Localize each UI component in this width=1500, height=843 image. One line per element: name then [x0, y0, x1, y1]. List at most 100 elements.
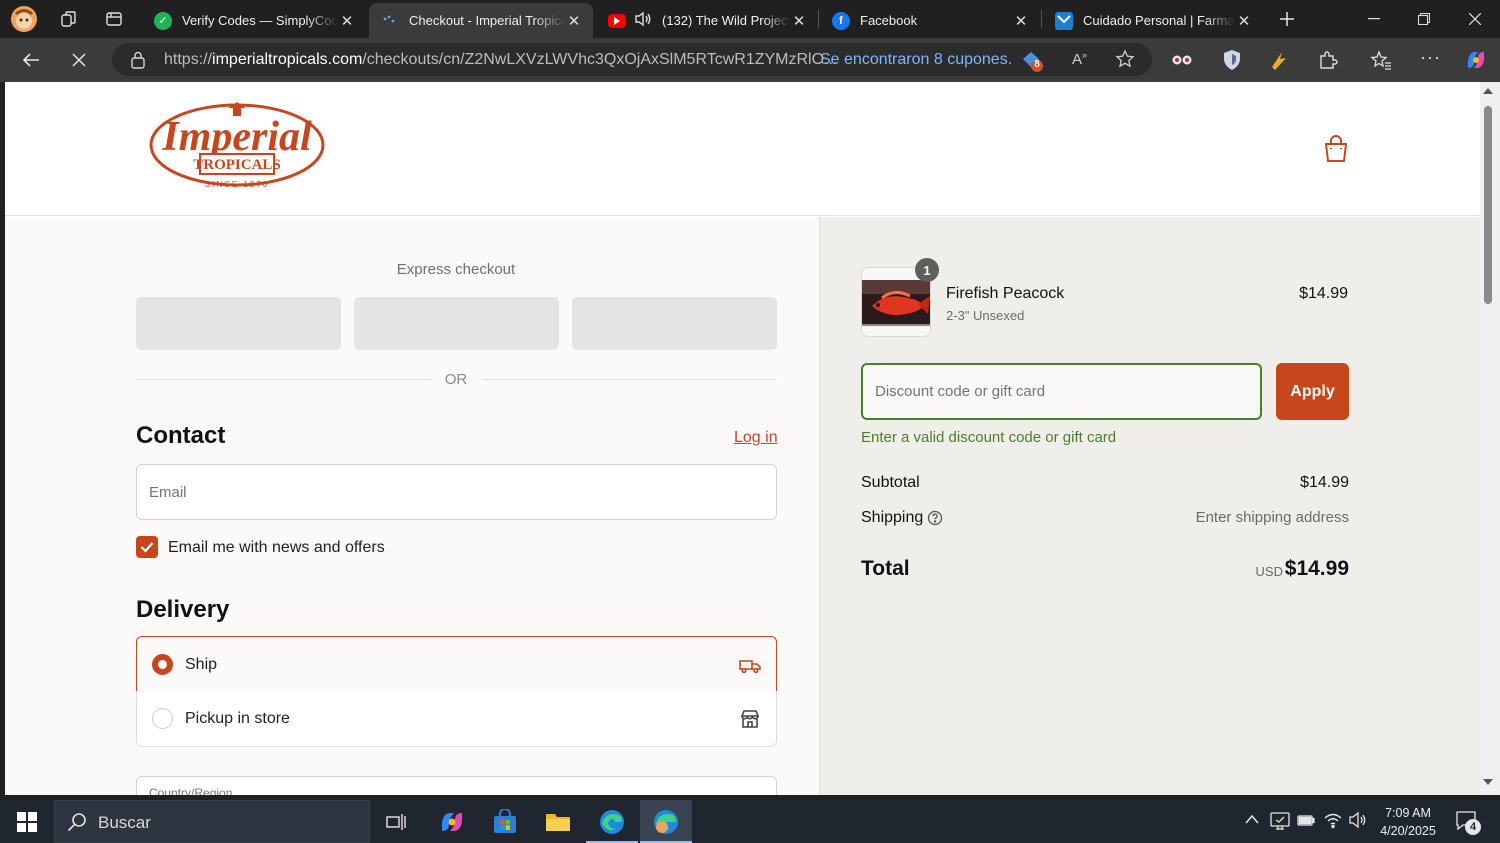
product-name: Firefish Peacock [946, 285, 1065, 302]
express-pay-button-2[interactable] [354, 297, 559, 350]
farmatodo-icon [1055, 11, 1073, 30]
address-bar[interactable]: https://imperialtropicals.com/checkouts/… [112, 43, 1152, 76]
shipping-value: Enter shipping address [1195, 509, 1349, 526]
simplycodes-icon: ✓ [154, 11, 172, 30]
coupon-extension-icon[interactable]: 8 [1019, 49, 1045, 78]
express-pay-button-1[interactable] [136, 297, 341, 350]
url-text[interactable]: https://imperialtropicals.com/checkouts/… [164, 51, 837, 69]
total-currency: USD [1255, 564, 1283, 579]
clock-date: 4/20/2025 [1380, 824, 1436, 838]
tab-facebook[interactable]: f Facebook ✕ [820, 3, 1040, 38]
clock-time: 7:09 AM [1385, 806, 1431, 820]
truck-icon [738, 653, 762, 677]
wifi-icon[interactable] [1323, 810, 1343, 833]
country-region-label: Country/Region [149, 786, 233, 795]
copilot-icon[interactable] [1464, 48, 1488, 77]
contact-heading: Contact [136, 422, 226, 449]
apply-button[interactable]: Apply [1276, 363, 1349, 420]
minimize-button[interactable] [1349, 0, 1399, 38]
file-explorer-icon[interactable] [532, 800, 584, 843]
tab-title: Checkout - Imperial Tropicals [409, 13, 565, 28]
notifications-icon[interactable]: 4 [1454, 808, 1481, 837]
browser-tab-strip: ✓ Verify Codes — SimplyCodes ✕ Checkout … [0, 0, 1500, 38]
login-link[interactable]: Log in [734, 429, 778, 447]
delivery-option-ship[interactable]: Ship [136, 636, 777, 692]
close-tab-icon[interactable]: ✕ [1235, 12, 1253, 30]
tab-simplycodes[interactable]: ✓ Verify Codes — SimplyCodes ✕ [142, 3, 366, 38]
close-tab-icon[interactable]: ✕ [565, 12, 583, 30]
favorite-star-icon[interactable] [1115, 49, 1135, 74]
read-aloud-icon[interactable]: A» [1072, 50, 1087, 68]
subtotal-label: Subtotal [861, 474, 920, 491]
youtube-icon [608, 13, 626, 28]
tab-title: Cuidado Personal | Farmatodo [1083, 13, 1235, 28]
stop-loading-button[interactable] [63, 44, 95, 76]
site-info-lock-icon[interactable] [130, 51, 146, 74]
lightning-extension-icon[interactable] [1268, 49, 1290, 76]
pickup-label: Pickup in store [185, 710, 290, 727]
extension-glasses-icon[interactable] [1171, 52, 1193, 71]
total-value: $14.99 [1284, 557, 1349, 580]
delivery-option-pickup[interactable]: Pickup in store [136, 691, 777, 747]
newsletter-label[interactable]: Email me with news and offers [168, 539, 385, 557]
tab-youtube[interactable]: (132) The Wild Project ✕ [596, 3, 818, 38]
logo-since: SINCE 1970 [205, 180, 269, 189]
edge-profile-taskbar-icon[interactable] [640, 800, 692, 843]
start-button[interactable] [0, 800, 54, 843]
audio-playing-icon[interactable] [634, 11, 652, 30]
order-summary: 1 Firefish Peacock 2-3" Unsexed $14.99 A… [819, 217, 1480, 795]
or-divider-label: OR [444, 371, 468, 388]
discount-field[interactable] [861, 363, 1262, 420]
imperial-tropicals-logo[interactable]: Imperial TROPICALS SINCE 1970 [148, 102, 326, 199]
express-pay-button-3[interactable] [572, 297, 777, 350]
profile-avatar[interactable] [9, 4, 39, 34]
tab-title: Facebook [860, 13, 918, 28]
close-tab-icon[interactable]: ✕ [790, 12, 808, 30]
divider [482, 379, 777, 380]
discount-input[interactable] [875, 383, 1245, 400]
close-tab-icon[interactable]: ✕ [338, 12, 356, 30]
back-button[interactable] [15, 44, 47, 76]
favorites-icon[interactable] [1370, 49, 1392, 76]
taskbar-clock[interactable]: 7:09 AM 4/20/2025 [1372, 804, 1444, 840]
tab-checkout[interactable]: Checkout - Imperial Tropicals ✕ [369, 3, 593, 38]
volume-icon[interactable] [1348, 810, 1368, 833]
store-header: Imperial TROPICALS SINCE 1970 [5, 82, 1480, 216]
copilot-app-icon[interactable] [426, 800, 478, 843]
notification-count-badge: 4 [1465, 819, 1481, 835]
ship-radio[interactable] [152, 654, 173, 675]
scrollbar-thumb[interactable] [1484, 106, 1492, 304]
close-window-button[interactable] [1450, 0, 1500, 38]
scroll-up-arrow-icon[interactable] [1483, 88, 1493, 94]
pickup-radio[interactable] [152, 708, 173, 729]
meet-now-icon[interactable] [1270, 810, 1290, 833]
help-circle-icon[interactable] [927, 510, 943, 531]
taskbar-search[interactable]: Buscar [54, 800, 370, 843]
microsoft-store-icon[interactable] [479, 800, 531, 843]
show-hidden-icons-chevron-icon[interactable] [1244, 812, 1260, 828]
scroll-down-arrow-icon[interactable] [1483, 779, 1493, 785]
email-field[interactable]: Email [136, 464, 777, 520]
newsletter-checkbox[interactable] [136, 536, 158, 558]
new-tab-button[interactable] [1272, 4, 1302, 34]
total-label: Total [861, 557, 910, 580]
workspaces-icon[interactable] [54, 4, 84, 34]
extensions-puzzle-icon[interactable] [1317, 49, 1339, 76]
task-view-icon[interactable] [370, 800, 422, 843]
tab-farmatodo[interactable]: Cuidado Personal | Farmatodo ✕ [1043, 3, 1263, 38]
coupons-found-notice[interactable]: Se encontraron 8 cupones. [820, 51, 1012, 69]
cart-bag-icon[interactable] [1323, 134, 1349, 164]
page-scrollbar[interactable] [1480, 82, 1500, 795]
settings-more-icon[interactable]: ··· [1420, 47, 1441, 68]
ship-label: Ship [185, 656, 218, 673]
product-price: $14.99 [1299, 285, 1348, 302]
country-region-select[interactable]: Country/Region [136, 776, 777, 795]
restore-button[interactable] [1399, 0, 1449, 38]
tab-actions-icon[interactable] [99, 4, 129, 34]
url-path: /checkouts/cn/Z2NwLXVzLWVhc3QxOjAxSlM5RT… [362, 51, 838, 68]
edge-taskbar-icon[interactable] [586, 800, 638, 843]
search-icon [67, 812, 87, 837]
battery-icon[interactable] [1296, 810, 1316, 833]
shield-extension-icon[interactable] [1222, 49, 1242, 76]
close-tab-icon[interactable]: ✕ [1012, 12, 1030, 30]
